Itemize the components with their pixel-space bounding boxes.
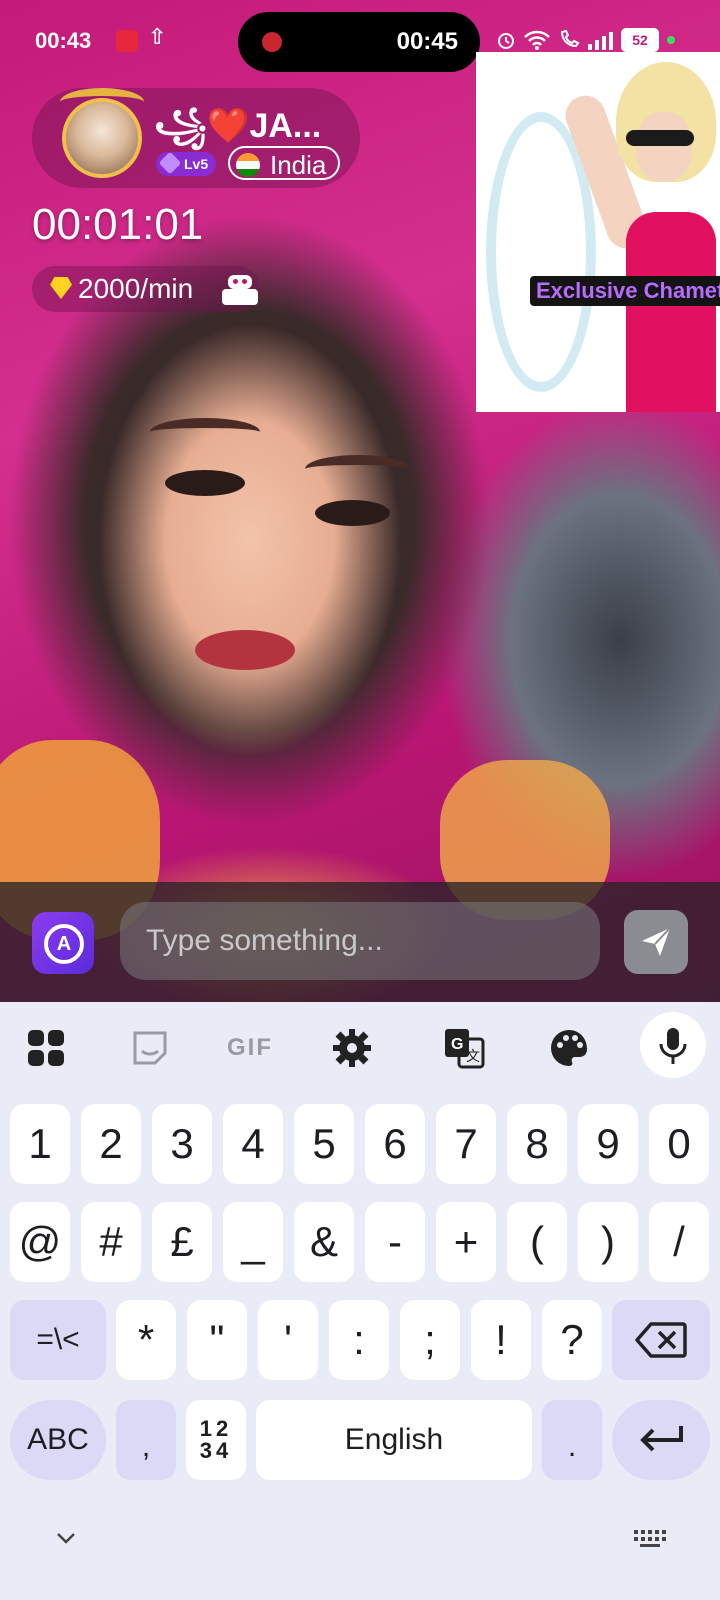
translate-button[interactable]: A	[32, 912, 94, 974]
send-paper-plane-icon	[642, 927, 671, 956]
country-badge: India	[228, 146, 341, 180]
svg-text:G: G	[451, 1036, 463, 1053]
symbol-key[interactable]: "	[187, 1300, 247, 1380]
chat-message-input[interactable]	[120, 902, 600, 980]
symbol-key[interactable]: (	[507, 1202, 567, 1282]
caller-profile-card[interactable]: ꧁❤️JA... Lv5 India	[32, 88, 360, 188]
caller-avatar[interactable]	[60, 88, 144, 178]
level-label: Lv5	[184, 156, 209, 172]
comma-key[interactable]: ,	[116, 1400, 176, 1480]
ongoing-call-pill[interactable]: 00:45	[238, 12, 480, 72]
country-label: India	[270, 150, 327, 180]
backspace-key[interactable]	[612, 1300, 710, 1380]
svg-text:文: 文	[466, 1048, 480, 1064]
level-badge: Lv5	[156, 151, 217, 176]
status-time: 00:43	[35, 28, 92, 53]
status-icons: 52	[496, 28, 675, 52]
symbol-key[interactable]: '	[258, 1300, 318, 1380]
diamond-icon	[50, 277, 72, 299]
symbol-key[interactable]: ?	[542, 1300, 602, 1380]
symbol-key[interactable]: ;	[400, 1300, 460, 1380]
send-button[interactable]	[624, 910, 688, 974]
symbol-key[interactable]: :	[329, 1300, 389, 1380]
video-feature	[165, 470, 245, 496]
symbol-key[interactable]: +	[436, 1202, 496, 1282]
settings-gear-icon[interactable]	[328, 1024, 376, 1072]
number-key[interactable]: 2	[81, 1104, 141, 1184]
privacy-indicator-dot	[667, 36, 675, 44]
video-feature	[150, 418, 260, 446]
symbol-key[interactable]: )	[578, 1202, 638, 1282]
video-feature	[315, 500, 390, 526]
number-key[interactable]: 3	[152, 1104, 212, 1184]
symbol-key[interactable]: /	[649, 1202, 709, 1282]
enter-return-icon	[640, 1426, 683, 1452]
number-key[interactable]: 9	[578, 1104, 638, 1184]
wifi-calling-icon	[560, 30, 580, 48]
soft-keyboard: GIF G文 =\< ABC , 12 34 English . 1234567…	[0, 1002, 720, 1600]
theme-palette-icon[interactable]	[545, 1024, 593, 1072]
keyboard-toolbar: GIF G文	[0, 1002, 720, 1094]
period-key[interactable]: .	[542, 1400, 602, 1480]
symbol-key[interactable]: *	[116, 1300, 176, 1380]
level-gem-icon	[158, 151, 182, 175]
apps-grid-icon[interactable]	[22, 1024, 70, 1072]
robot-icon[interactable]	[222, 275, 258, 305]
symbols-shift-key[interactable]: =\<	[10, 1300, 106, 1380]
number-key[interactable]: 5	[294, 1104, 354, 1184]
numpad-bottom: 34	[199, 1438, 233, 1463]
symbol-key[interactable]: @	[10, 1202, 70, 1282]
sticker-icon[interactable]	[126, 1024, 174, 1072]
backspace-icon	[635, 1322, 687, 1358]
abc-key[interactable]: ABC	[10, 1400, 106, 1480]
wifi-icon	[524, 30, 550, 50]
signal-icon	[588, 30, 613, 50]
recording-dot-icon	[262, 32, 282, 52]
call-rate: 2000/min	[78, 273, 194, 304]
number-key[interactable]: 6	[365, 1104, 425, 1184]
gif-button[interactable]: GIF	[226, 1024, 274, 1072]
symbol-key[interactable]: -	[365, 1202, 425, 1282]
call-timer: 00:01:01	[32, 200, 204, 249]
video-feature	[195, 630, 295, 670]
preview-label: Exclusive Chamet	[530, 276, 720, 306]
number-key[interactable]: 1	[10, 1104, 70, 1184]
number-key[interactable]: 8	[507, 1104, 567, 1184]
microphone-icon	[659, 1028, 687, 1064]
preview-illustration	[626, 212, 716, 412]
alarm-icon	[498, 33, 514, 49]
keyboard-switch-icon[interactable]	[634, 1530, 666, 1548]
space-key[interactable]: English	[256, 1400, 532, 1480]
microphone-button[interactable]	[640, 1012, 706, 1078]
hide-keyboard-chevron-icon[interactable]	[56, 1528, 76, 1548]
battery-icon: 52	[621, 28, 659, 52]
enter-key[interactable]	[612, 1400, 710, 1480]
preview-illustration	[626, 130, 694, 146]
preview-illustration	[636, 112, 692, 182]
number-key[interactable]: 4	[223, 1104, 283, 1184]
numpad-top: 12	[199, 1416, 233, 1441]
india-flag-icon	[236, 153, 260, 177]
self-video-preview[interactable]: Exclusive Chamet	[476, 52, 720, 412]
symbol-key[interactable]: !	[471, 1300, 531, 1380]
symbol-key[interactable]: £	[152, 1202, 212, 1282]
translate-icon[interactable]: G文	[440, 1024, 488, 1072]
numpad-key[interactable]: 12 34	[186, 1400, 246, 1480]
translate-a-icon: A	[44, 924, 84, 964]
number-key[interactable]: 7	[436, 1104, 496, 1184]
screen-record-icon	[116, 30, 138, 52]
video-feature	[305, 455, 410, 483]
chat-input-bar: A	[0, 882, 720, 1002]
symbol-key[interactable]: _	[223, 1202, 283, 1282]
symbol-key[interactable]: &	[294, 1202, 354, 1282]
upload-icon: ⇧	[148, 24, 167, 49]
symbol-key[interactable]: #	[81, 1202, 141, 1282]
call-duration: 00:45	[396, 28, 458, 55]
number-key[interactable]: 0	[649, 1104, 709, 1184]
